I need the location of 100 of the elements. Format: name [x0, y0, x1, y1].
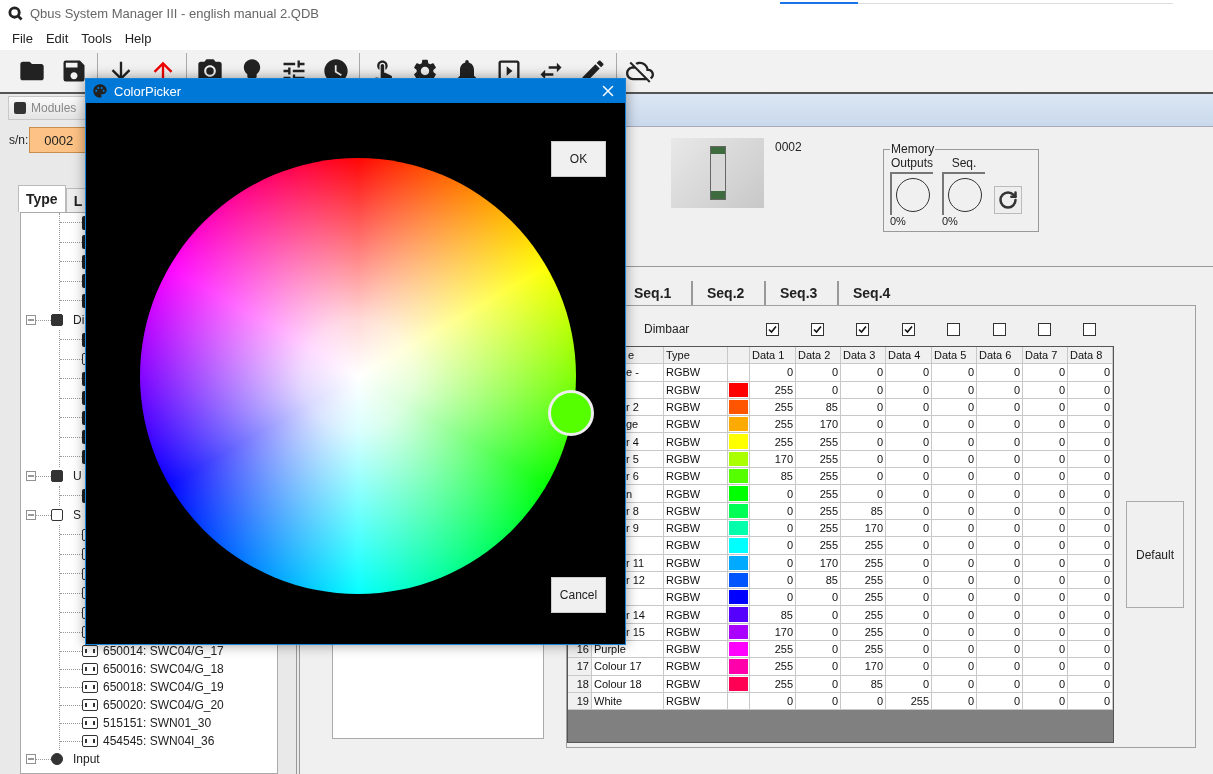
- table-cell: 0: [750, 364, 796, 382]
- checkbox[interactable]: [1083, 322, 1096, 336]
- table-cell: 0: [886, 606, 932, 624]
- table-cell: 0: [932, 485, 977, 503]
- table-cell: 255: [750, 658, 796, 676]
- default-button[interactable]: Default: [1126, 501, 1184, 608]
- menu-item[interactable]: Edit: [45, 30, 69, 46]
- table-cell: 0: [886, 658, 932, 676]
- row-label: Dimbaar: [643, 322, 691, 336]
- tree-item[interactable]: S: [73, 508, 81, 523]
- table-cell: 0: [977, 606, 1023, 624]
- menu-item[interactable]: File: [12, 30, 33, 46]
- keypad-icon: [82, 663, 98, 675]
- module-icon: [51, 470, 63, 483]
- table-cell: 0: [932, 606, 977, 624]
- menu-item[interactable]: Tools: [81, 30, 112, 46]
- tree-item[interactable]: Input: [73, 752, 100, 766]
- table-cell: 0: [932, 641, 977, 659]
- menu-item[interactable]: Help: [124, 30, 152, 46]
- table-cell: 0: [977, 416, 1023, 434]
- table-cell: 0: [886, 485, 932, 503]
- table-cell: 0: [796, 658, 841, 676]
- column-header: Type: [664, 347, 728, 365]
- ok-button[interactable]: OK: [551, 141, 606, 177]
- table-cell: 255: [796, 537, 841, 555]
- collapse-icon[interactable]: [26, 510, 36, 521]
- checkbox[interactable]: [1038, 322, 1051, 336]
- tree-item[interactable]: 650014: SWC04/G_17: [103, 644, 224, 658]
- table-cell: RGBW: [664, 416, 728, 434]
- table-cell: 0: [796, 364, 841, 382]
- cancel-button[interactable]: Cancel: [551, 577, 606, 613]
- table-cell: 0: [796, 589, 841, 607]
- column-header: Data 1: [750, 347, 796, 365]
- app-logo-icon: [8, 5, 23, 21]
- table-cell: 0: [1068, 589, 1113, 607]
- table-cell: 0: [841, 433, 886, 451]
- table-cell: 0: [841, 364, 886, 382]
- table-cell: RGBW: [664, 641, 728, 659]
- table-cell: 0: [977, 658, 1023, 676]
- collapse-icon[interactable]: [26, 754, 36, 764]
- table-cell: 0: [932, 416, 977, 434]
- table-cell: 85: [750, 468, 796, 486]
- checkbox[interactable]: [992, 322, 1006, 336]
- table-cell: 255: [841, 641, 886, 659]
- table-cell: 170: [796, 416, 841, 434]
- table-cell: 0: [841, 468, 886, 486]
- table-cell: 0: [750, 485, 796, 503]
- serial-label: s/n:: [8, 133, 29, 147]
- input-icon: [51, 753, 63, 765]
- table-cell: 0: [977, 641, 1023, 659]
- table-cell: 0: [932, 468, 977, 486]
- checkbox[interactable]: [765, 322, 779, 336]
- table-cell: 0: [841, 485, 886, 503]
- table-cell: 0: [932, 589, 977, 607]
- column-header: Data 3: [841, 347, 886, 365]
- collapse-icon[interactable]: [26, 315, 36, 326]
- table-cell: 0: [886, 416, 932, 434]
- table-cell: 255: [841, 537, 886, 555]
- table-cell: RGBW: [664, 589, 728, 607]
- checkbox[interactable]: [856, 322, 869, 336]
- table-cell: 170: [841, 658, 886, 676]
- tree-item[interactable]: Di: [73, 313, 85, 328]
- column-header: Data 4: [886, 347, 932, 365]
- refresh-button[interactable]: [994, 186, 1022, 214]
- table-cell: 0: [1023, 364, 1068, 382]
- table-cell: 0: [1023, 589, 1068, 607]
- column-header: Data 5: [932, 347, 977, 365]
- table-cell: 0: [977, 364, 1023, 382]
- tree-item[interactable]: 515151: SWN01_30: [103, 716, 212, 730]
- checkbox[interactable]: [811, 322, 824, 336]
- table-cell: 255: [796, 468, 841, 486]
- gauge-label: Seq.: [951, 156, 977, 170]
- table-cell: 0: [932, 433, 977, 451]
- table-cell: 0: [1023, 468, 1068, 486]
- color-handle[interactable]: [548, 390, 594, 436]
- tab[interactable]: Type: [18, 185, 66, 212]
- table-cell: 0: [1068, 658, 1113, 676]
- table-cell: 0: [1068, 485, 1113, 503]
- column-header: Data 6: [977, 347, 1023, 365]
- table-cell: 0: [1023, 416, 1068, 434]
- tree-item[interactable]: 454545: SWN04I_36: [103, 734, 215, 748]
- collapse-icon[interactable]: [26, 471, 36, 482]
- table-cell: 0: [977, 589, 1023, 607]
- table-cell: 0: [886, 589, 932, 607]
- table-cell: 255: [750, 433, 796, 451]
- table-cell: 0: [750, 537, 796, 555]
- table-cell: 0: [977, 433, 1023, 451]
- gauge-reading: 0%: [890, 215, 906, 227]
- tree-item[interactable]: U: [73, 469, 82, 484]
- table-cell: 0: [932, 658, 977, 676]
- group-title: Memory: [890, 142, 936, 156]
- table-cell: 0: [1068, 433, 1113, 451]
- palette-icon: [92, 83, 108, 99]
- table-cell: RGBW: [664, 433, 728, 451]
- tree-item[interactable]: 650016: SWC04/G_18: [103, 662, 224, 676]
- tree-item[interactable]: 650018: SWC04/G_19: [103, 680, 224, 694]
- checkbox[interactable]: [947, 322, 960, 336]
- tree-item[interactable]: 650020: SWC04/G_20: [103, 698, 224, 712]
- checkbox[interactable]: [901, 322, 915, 336]
- table-cell: 0: [796, 641, 841, 659]
